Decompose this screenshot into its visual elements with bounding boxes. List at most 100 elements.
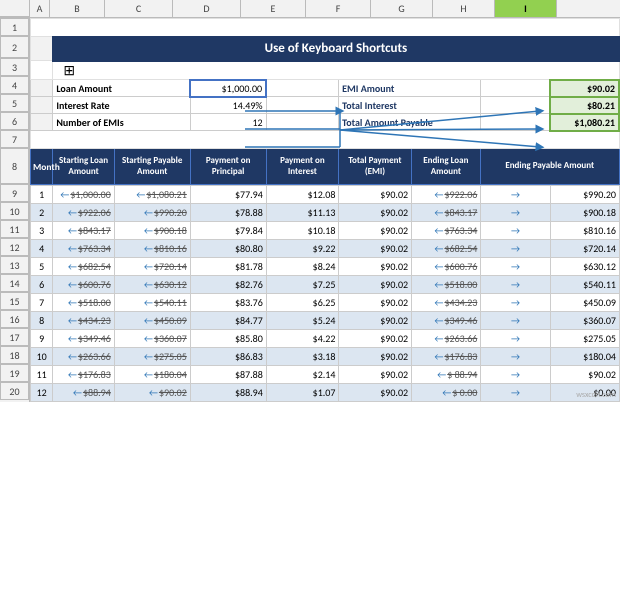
table-cell: $80.80 <box>190 240 266 258</box>
total-interest-label: Total Interest <box>342 99 397 112</box>
table-cell: ←$434.23 <box>412 294 481 312</box>
table-cell: 2 <box>31 204 53 222</box>
table-cell: $88.94 <box>190 384 266 402</box>
table-cell: ←$518.00 <box>53 294 114 312</box>
table-cell: ←$88.94 <box>53 384 114 402</box>
num-emis-value: 12 <box>252 116 262 129</box>
table-cell: $82.76 <box>190 276 266 294</box>
table-cell: $180.04 <box>550 348 619 366</box>
table-cell: $79.84 <box>190 222 266 240</box>
table-cell: ←$176.83 <box>53 366 114 384</box>
table-cell: → <box>481 258 550 276</box>
table-cell: → <box>481 240 550 258</box>
table-cell: $90.02 <box>339 348 412 366</box>
table-cell: 4 <box>31 240 53 258</box>
table-cell: $810.16 <box>550 222 619 240</box>
table-cell: $7.25 <box>266 276 339 294</box>
col-header-d: D <box>173 0 241 17</box>
table-cell: $90.02 <box>339 276 412 294</box>
header-starting-payable: Starting Payable Amount <box>122 155 182 177</box>
col-header-h: H <box>433 0 495 17</box>
table-cell: ←$682.54 <box>53 258 114 276</box>
emi-amount-label: EMI Amount <box>342 82 394 95</box>
col-header-e: E <box>241 0 306 17</box>
sheet-table: Use of Keyboard Shortcuts ⊞ Loan Amount <box>30 18 620 185</box>
table-cell: ←$843.17 <box>53 222 114 240</box>
table-cell: → <box>481 294 550 312</box>
interest-rate-value: 14.49% <box>233 99 263 112</box>
table-cell: → <box>481 222 550 240</box>
table-cell: $450.09 <box>550 294 619 312</box>
table-cell: $85.80 <box>190 330 266 348</box>
table-cell: ←$600.76 <box>53 276 114 294</box>
table-cell: ←$434.23 <box>53 312 114 330</box>
table-cell: → <box>481 204 550 222</box>
table-cell: $6.25 <box>266 294 339 312</box>
table-cell: ←$180.04 <box>114 366 190 384</box>
table-cell: ←$810.16 <box>114 240 190 258</box>
table-cell: ←$ 88.94 <box>412 366 481 384</box>
table-cell: $990.20 <box>550 186 619 204</box>
table-cell: ←$518.00 <box>412 276 481 294</box>
header-payment-interest: Payment on Interest <box>280 155 325 177</box>
loan-amount-label: Loan Amount <box>56 82 112 95</box>
header-payment-principal: Payment on Principal <box>206 155 251 177</box>
table-cell: $90.02 <box>339 312 412 330</box>
table-cell: ←$176.83 <box>412 348 481 366</box>
col-header-i: I <box>495 0 557 17</box>
table-cell: $78.88 <box>190 204 266 222</box>
table-cell: → <box>481 366 550 384</box>
table-cell: $720.14 <box>550 240 619 258</box>
table-cell: ←$600.76 <box>412 258 481 276</box>
table-cell: $540.11 <box>550 276 619 294</box>
table-cell: $5.24 <box>266 312 339 330</box>
table-cell: ←$90.02 <box>114 384 190 402</box>
table-cell: ←$843.17 <box>412 204 481 222</box>
total-interest-value: $80.21 <box>587 99 615 112</box>
table-cell: $77.94 <box>190 186 266 204</box>
emi-amount-value: $90.02 <box>587 82 615 95</box>
table-cell: $90.02 <box>339 366 412 384</box>
table-cell: ←$763.34 <box>53 240 114 258</box>
table-cell: $90.02 <box>339 186 412 204</box>
col-header-c: C <box>105 0 173 17</box>
table-cell: 10 <box>31 348 53 366</box>
watermark: wsxcdn.com <box>576 390 616 400</box>
table-cell: ←$360.07 <box>114 330 190 348</box>
table-cell: $1.07 <box>266 384 339 402</box>
table-cell: $4.22 <box>266 330 339 348</box>
amortization-table: 1←$1,000.00←$1,080.21$77.94$12.08$90.02←… <box>30 185 620 402</box>
table-cell: ←$900.18 <box>114 222 190 240</box>
table-cell: $900.18 <box>550 204 619 222</box>
table-cell: $84.77 <box>190 312 266 330</box>
total-payable-label: Total Amount Payable <box>342 116 433 129</box>
table-cell: $90.02 <box>339 222 412 240</box>
col-header-f: F <box>306 0 371 17</box>
table-cell: ←$349.46 <box>53 330 114 348</box>
col-header-b: B <box>50 0 105 17</box>
table-cell: $90.02 <box>339 384 412 402</box>
table-cell: ←$349.46 <box>412 312 481 330</box>
title: Use of Keyboard Shortcuts <box>54 38 618 60</box>
table-cell: $8.24 <box>266 258 339 276</box>
table-cell: $90.02 <box>339 258 412 276</box>
interest-rate-label: Interest Rate <box>56 99 109 112</box>
table-cell: 5 <box>31 258 53 276</box>
table-cell: 9 <box>31 330 53 348</box>
table-cell: ←$922.06 <box>412 186 481 204</box>
col-header-g: G <box>371 0 433 17</box>
table-cell: $11.13 <box>266 204 339 222</box>
header-month: Month <box>33 161 60 173</box>
table-cell: ←$682.54 <box>412 240 481 258</box>
num-emis-label: Number of EMIs <box>56 116 123 129</box>
table-cell: ←$922.06 <box>53 204 114 222</box>
table-cell: $3.18 <box>266 348 339 366</box>
table-icon: ⊞ <box>63 62 75 79</box>
table-cell: $360.07 <box>550 312 619 330</box>
table-cell: 6 <box>31 276 53 294</box>
table-cell: → <box>481 348 550 366</box>
table-cell: $81.78 <box>190 258 266 276</box>
table-cell: $90.02 <box>339 240 412 258</box>
table-cell: $90.02 <box>339 204 412 222</box>
table-cell: $2.14 <box>266 366 339 384</box>
